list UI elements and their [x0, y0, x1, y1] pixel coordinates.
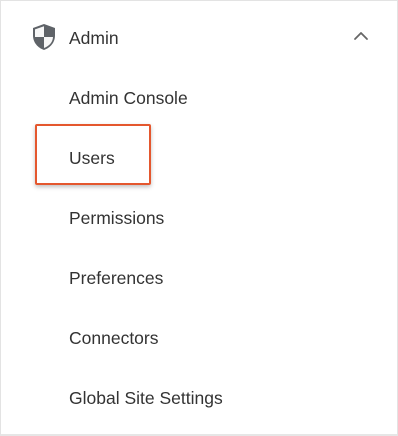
menu-item-admin-console[interactable]: Admin Console [1, 67, 397, 127]
menu-item-label: Preferences [69, 268, 164, 288]
shield-icon [33, 24, 55, 50]
menu-item-label: Permissions [69, 208, 165, 228]
menu-item-label: Connectors [69, 328, 159, 348]
menu-item-preferences[interactable]: Preferences [1, 247, 397, 307]
menu-item-users[interactable]: Users [1, 127, 397, 187]
menu-item-permissions[interactable]: Permissions [1, 187, 397, 247]
menu-item-connectors[interactable]: Connectors [1, 307, 397, 367]
admin-menu-list: Admin Console Users Permissions Preferen… [1, 67, 397, 427]
menu-item-global-site-settings[interactable]: Global Site Settings [1, 367, 397, 427]
menu-item-label: Admin Console [69, 88, 188, 108]
menu-item-label: Users [69, 148, 115, 168]
chevron-up-icon[interactable] [352, 30, 370, 42]
admin-section-title: Admin [69, 28, 119, 48]
menu-item-label: Global Site Settings [69, 388, 223, 408]
admin-section-header[interactable]: Admin [1, 1, 397, 73]
admin-nav-panel: Admin Admin Console Users Permissions Pr… [0, 0, 398, 436]
